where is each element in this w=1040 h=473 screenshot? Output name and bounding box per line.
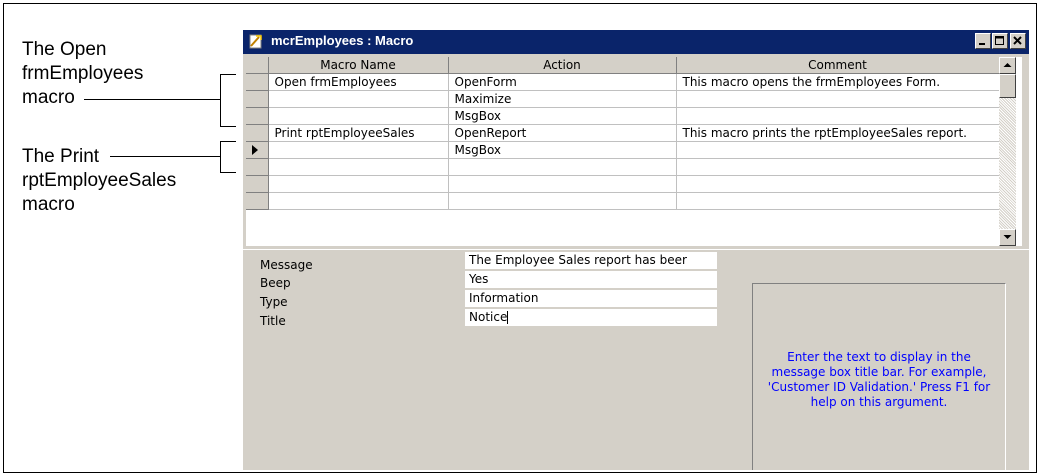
cell-action[interactable] bbox=[448, 158, 677, 176]
arg-input-beep[interactable]: Yes bbox=[465, 271, 717, 288]
cell-macro-name[interactable]: Print rptEmployeeSales bbox=[268, 124, 449, 142]
table-row: Maximize bbox=[246, 90, 1000, 108]
window-title: mcrEmployees : Macro bbox=[271, 33, 414, 48]
cell-action[interactable]: MsgBox bbox=[448, 141, 677, 159]
table-row bbox=[246, 192, 1000, 210]
bracket-open-top bbox=[220, 74, 236, 75]
row-selector[interactable] bbox=[246, 175, 269, 193]
row-selector[interactable] bbox=[246, 124, 269, 142]
table-row: MsgBox bbox=[246, 141, 1000, 159]
cell-macro-name[interactable] bbox=[268, 175, 449, 193]
row-selector[interactable] bbox=[246, 158, 269, 176]
current-record-pointer-icon bbox=[252, 145, 258, 155]
bracket-open-pointer bbox=[84, 99, 220, 100]
help-panel: Enter the text to display in the message… bbox=[752, 283, 1006, 470]
cell-comment[interactable] bbox=[676, 192, 1000, 210]
cell-comment[interactable] bbox=[676, 90, 1000, 108]
scroll-down-icon bbox=[1003, 235, 1012, 239]
scroll-thumb[interactable] bbox=[999, 74, 1016, 98]
column-header-comment[interactable]: Comment bbox=[676, 57, 1000, 74]
row-selector[interactable] bbox=[246, 192, 269, 210]
column-header-macro-name[interactable]: Macro Name bbox=[268, 57, 449, 74]
close-icon bbox=[1013, 36, 1022, 45]
cell-macro-name[interactable] bbox=[268, 107, 449, 125]
cell-action[interactable]: OpenForm bbox=[448, 73, 677, 91]
callout-open-line3: macro bbox=[22, 87, 75, 108]
cell-action[interactable] bbox=[448, 192, 677, 210]
cell-macro-name[interactable] bbox=[268, 141, 449, 159]
table-row: MsgBox bbox=[246, 107, 1000, 125]
bracket-print-pointer bbox=[110, 156, 220, 157]
vertical-scrollbar[interactable] bbox=[999, 57, 1016, 246]
bracket-print-top bbox=[220, 141, 236, 142]
bracket-print-bottom bbox=[220, 172, 236, 173]
cell-action[interactable]: MsgBox bbox=[448, 107, 677, 125]
close-button[interactable] bbox=[1010, 33, 1026, 49]
maximize-button[interactable] bbox=[992, 33, 1008, 49]
cell-action[interactable]: OpenReport bbox=[448, 124, 677, 142]
cell-macro-name[interactable]: Open frmEmployees bbox=[268, 73, 449, 91]
cell-comment[interactable] bbox=[676, 175, 1000, 193]
cell-comment[interactable] bbox=[676, 107, 1000, 125]
row-selector[interactable] bbox=[246, 107, 269, 125]
cell-comment[interactable] bbox=[676, 158, 1000, 176]
bracket-print-spine bbox=[220, 141, 221, 173]
bracket-open-spine bbox=[220, 74, 221, 127]
scroll-up-button[interactable] bbox=[999, 57, 1016, 74]
arg-input-message[interactable]: The Employee Sales report has beer bbox=[465, 252, 717, 269]
corner-selector[interactable] bbox=[246, 57, 269, 74]
table-row bbox=[246, 175, 1000, 193]
cell-comment[interactable]: This macro opens the frmEmployees Form. bbox=[676, 73, 1000, 91]
table-row: Print rptEmployeeSales OpenReport This mac… bbox=[246, 124, 1000, 142]
callout-print-line2: rptEmployeeSales bbox=[22, 170, 177, 191]
header-row: Macro Name Action Comment bbox=[246, 57, 1000, 74]
macro-table: Macro Name Action Comment Open frmEmploy… bbox=[246, 57, 1000, 210]
arg-label-message: Message bbox=[260, 258, 313, 272]
cell-macro-name[interactable] bbox=[268, 192, 449, 210]
minimize-button[interactable] bbox=[975, 33, 991, 49]
arg-label-title: Title bbox=[260, 314, 286, 328]
arg-input-type[interactable]: Information bbox=[465, 290, 717, 307]
cell-action[interactable]: Maximize bbox=[448, 90, 677, 108]
scroll-down-button[interactable] bbox=[999, 229, 1016, 246]
row-selector[interactable] bbox=[246, 73, 269, 91]
cell-action[interactable] bbox=[448, 175, 677, 193]
cell-comment[interactable]: This macro prints the rptEmployeeSales r… bbox=[676, 124, 1000, 142]
text-caret bbox=[507, 311, 509, 324]
callout-open-line1: The Open bbox=[22, 39, 107, 60]
callout-print-line3: macro bbox=[22, 194, 75, 215]
cell-comment[interactable] bbox=[676, 141, 1000, 159]
scroll-up-icon bbox=[1003, 63, 1012, 67]
callout-open-line2: frmEmployees bbox=[22, 63, 144, 84]
macro-window: mcrEmployees : Macro Macro Name Action C… bbox=[243, 30, 1029, 470]
column-header-action[interactable]: Action bbox=[448, 57, 677, 74]
cell-macro-name[interactable] bbox=[268, 90, 449, 108]
arg-label-type: Type bbox=[260, 295, 288, 309]
arg-label-beep: Beep bbox=[260, 276, 291, 290]
arg-input-title-value: Notice bbox=[469, 310, 508, 324]
macro-grid: Macro Name Action Comment Open frmEmploy… bbox=[246, 57, 1022, 246]
maximize-icon bbox=[995, 36, 1004, 45]
table-row: Open frmEmployees OpenForm This macro open… bbox=[246, 73, 1000, 91]
cell-macro-name[interactable] bbox=[268, 158, 449, 176]
help-text: Enter the text to display in the message… bbox=[767, 350, 991, 409]
callout-print-line1: The Print bbox=[22, 146, 100, 167]
table-row bbox=[246, 158, 1000, 176]
arg-input-title[interactable]: Notice bbox=[465, 309, 717, 326]
row-selector[interactable] bbox=[246, 141, 269, 159]
minimize-icon bbox=[979, 43, 985, 45]
title-bar[interactable]: mcrEmployees : Macro bbox=[243, 30, 1029, 54]
macro-icon bbox=[249, 34, 262, 49]
row-selector[interactable] bbox=[246, 90, 269, 108]
bracket-open-bottom bbox=[220, 126, 236, 127]
